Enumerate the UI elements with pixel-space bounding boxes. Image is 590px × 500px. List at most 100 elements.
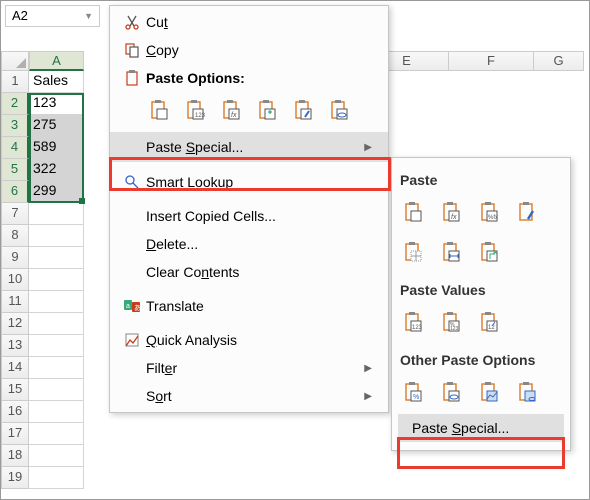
paste-all-icon[interactable] [400, 198, 428, 226]
paste-formatting-icon[interactable] [290, 96, 318, 124]
row-header[interactable]: 14 [1, 357, 29, 379]
menu-delete[interactable]: Delete... [110, 230, 388, 258]
cell[interactable] [29, 423, 84, 445]
paste-fx-icon[interactable]: fx [438, 198, 466, 226]
row-header[interactable]: 8 [1, 225, 29, 247]
cell[interactable] [29, 203, 84, 225]
row-header[interactable]: 2 [1, 93, 29, 115]
submenu-header-paste: Paste [392, 168, 570, 192]
menu-copy[interactable]: Copy [110, 36, 388, 64]
paste-valuesfmt-icon[interactable]: 12 [476, 308, 504, 336]
row-header[interactable]: 15 [1, 379, 29, 401]
row-header[interactable]: 16 [1, 401, 29, 423]
clipboard-icon [118, 70, 146, 86]
menu-paste-options-header: Paste Options: [110, 64, 388, 92]
paste-icon-row: fx %fx [392, 192, 570, 232]
submenu-arrow-icon: ▶ [364, 142, 372, 153]
select-all-corner[interactable] [1, 51, 29, 71]
menu-smart-lookup[interactable]: Smart Lookup [110, 168, 388, 196]
paste-linkpic-icon[interactable] [514, 378, 542, 406]
menu-clear-contents[interactable]: Clear Contents [110, 258, 388, 286]
svg-text:fx: fx [231, 112, 237, 119]
cell[interactable] [29, 247, 84, 269]
menu-label: Sort [146, 388, 364, 404]
svg-text:fx: fx [451, 214, 457, 221]
menu-label: Cut [146, 14, 372, 30]
context-menu: Cut Copy Paste Options: 123 fx Paste Spe… [109, 5, 389, 413]
row-header[interactable]: 11 [1, 291, 29, 313]
quick-analysis-icon [118, 332, 146, 348]
cell[interactable] [29, 379, 84, 401]
menu-label: Filter [146, 360, 364, 376]
menu-filter[interactable]: Filter ▶ [110, 354, 388, 382]
row-header[interactable]: 3 [1, 115, 29, 137]
row-header[interactable]: 7 [1, 203, 29, 225]
cell[interactable] [29, 445, 84, 467]
paste-formulas-icon[interactable]: fx [218, 96, 246, 124]
name-box[interactable]: A2 ▼ [5, 5, 100, 27]
paste-fmt-icon[interactable]: % [400, 378, 428, 406]
cell[interactable]: 299 [29, 181, 84, 203]
paste-link-icon[interactable] [326, 96, 354, 124]
cell[interactable] [29, 291, 84, 313]
paste-transpose-icon[interactable] [254, 96, 282, 124]
row-header[interactable]: 5 [1, 159, 29, 181]
paste-link2-icon[interactable] [438, 378, 466, 406]
row-header[interactable]: 1 [1, 71, 29, 93]
cell[interactable] [29, 225, 84, 247]
paste-valuespct-icon[interactable]: %123 [438, 308, 466, 336]
paste-values123-icon[interactable]: 123 [400, 308, 428, 336]
svg-text:123: 123 [412, 325, 423, 331]
row-header[interactable]: 6 [1, 181, 29, 203]
menu-quick-analysis[interactable]: Quick Analysis [110, 326, 388, 354]
svg-text:12: 12 [488, 325, 495, 331]
row-header[interactable]: 4 [1, 137, 29, 159]
menu-paste-special[interactable]: Paste Special... ▶ [110, 132, 388, 162]
menu-label: Copy [146, 42, 372, 58]
paste-options-icons: 123 fx [110, 92, 388, 132]
row-header[interactable]: 18 [1, 445, 29, 467]
col-header-g[interactable]: G [534, 51, 584, 71]
col-header-f[interactable]: F [449, 51, 534, 71]
menu-cut[interactable]: Cut [110, 8, 388, 36]
menu-label: Paste Special... [412, 420, 548, 436]
cell[interactable] [29, 467, 84, 489]
menu-sort[interactable]: Sort ▶ [110, 382, 388, 410]
col-header-a[interactable]: A [29, 51, 84, 71]
cell[interactable] [29, 335, 84, 357]
cell[interactable]: 123 [29, 93, 84, 115]
cell[interactable]: Sales [29, 71, 84, 93]
row-header[interactable]: 12 [1, 313, 29, 335]
translate-icon: aあ [118, 298, 146, 314]
row-header[interactable]: 19 [1, 467, 29, 489]
menu-label: Paste Special... [146, 139, 364, 155]
svg-text:123: 123 [450, 326, 459, 332]
row-header[interactable]: 9 [1, 247, 29, 269]
paste-brush-icon[interactable] [514, 198, 542, 226]
cell[interactable] [29, 269, 84, 291]
row-header[interactable]: 10 [1, 269, 29, 291]
cell[interactable] [29, 401, 84, 423]
row-header[interactable]: 17 [1, 423, 29, 445]
paste-colwidth-icon[interactable] [438, 238, 466, 266]
paste-picture-icon[interactable] [476, 378, 504, 406]
paste-icon[interactable] [146, 96, 174, 124]
cell[interactable] [29, 357, 84, 379]
paste-noborder-icon[interactable] [400, 238, 428, 266]
paste-special-submenu: Paste fx %fx Paste Values 123 %123 12 Ot… [391, 157, 571, 451]
paste-transpose2-icon[interactable] [476, 238, 504, 266]
cell[interactable]: 275 [29, 115, 84, 137]
menu-insert-copied[interactable]: Insert Copied Cells... [110, 202, 388, 230]
menu-label: Paste Options: [146, 70, 372, 86]
paste-values-icon[interactable]: 123 [182, 96, 210, 124]
cell[interactable] [29, 313, 84, 335]
paste-pctfx-icon[interactable]: %fx [476, 198, 504, 226]
cell[interactable]: 589 [29, 137, 84, 159]
menu-translate[interactable]: aあ Translate [110, 292, 388, 320]
paste-values-row: 123 %123 12 [392, 302, 570, 342]
cell[interactable]: 322 [29, 159, 84, 181]
row-header[interactable]: 13 [1, 335, 29, 357]
svg-text:あ: あ [134, 304, 141, 312]
submenu-paste-special[interactable]: Paste Special... [398, 414, 564, 442]
svg-text:123: 123 [195, 113, 206, 119]
